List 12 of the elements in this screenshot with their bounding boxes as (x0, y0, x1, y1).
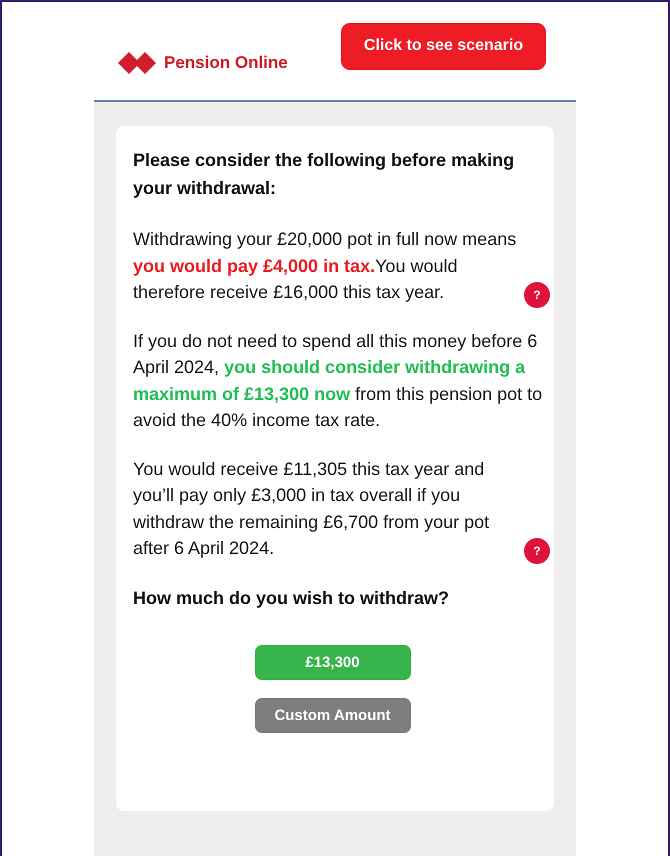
paragraph: Withdrawing your £20,000 pot in full now means you would pay £4,000 in tax.You would therefore receive £16,000 this tax year. (133, 228, 518, 304)
logo-icon (118, 51, 156, 75)
amount-button[interactable]: £13,300 (254, 644, 410, 680)
help-button[interactable]: ? (524, 538, 550, 564)
amount-button[interactable]: Custom Amount (254, 698, 410, 732)
paragraph: If you do not need to spend all this money before 6 April 2024, you should consider withdrawing a maximum of £13,300 now from this pension pot to avoid the 40% income tax rate. (133, 330, 544, 432)
help-button[interactable]: ? (524, 282, 550, 308)
question: How much do you wish to withdraw? (133, 588, 450, 608)
scenario-button[interactable]: Click to see scenario (341, 22, 546, 70)
heading: Please consider the following before making your withdrawal: (133, 149, 516, 200)
brand-name: Pension Online (164, 53, 288, 73)
paragraph: You would receive £11,305 this tax year and you’ll pay only £3,000 in tax overall if you withdraw the remaining £6,700 from your pot after 6 April 2024. (133, 458, 490, 560)
